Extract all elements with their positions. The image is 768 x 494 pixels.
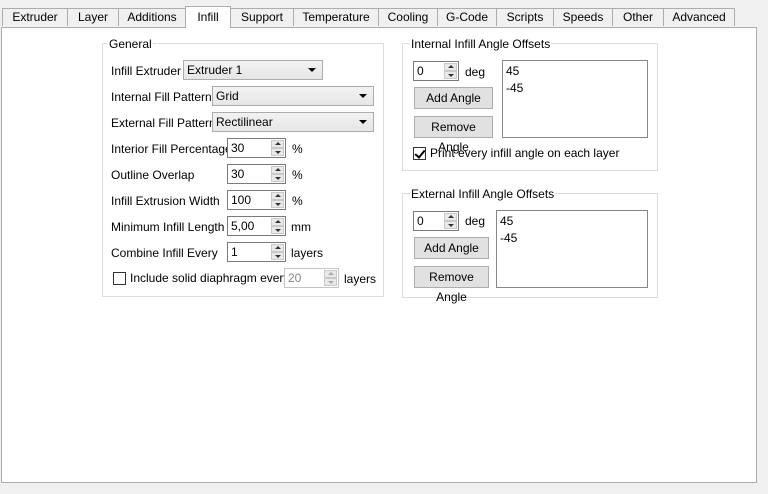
spin-up-icon[interactable] [271,140,284,148]
solid-diaphragm-checkbox[interactable] [113,272,126,285]
internal-fill-pattern-select[interactable]: Grid [212,86,374,106]
infill-extruder-label: Infill Extruder [111,64,182,78]
internal-offsets-title: Internal Infill Angle Offsets [410,37,552,51]
combine-infill-every-spinbox[interactable]: 1 [227,242,286,262]
infill-extruder-select[interactable]: Extruder 1 [183,60,323,80]
tab-advanced[interactable]: Advanced [663,8,735,26]
solid-diaphragm-value: 20 [288,271,302,285]
infill-extrusion-width-value: 100 [231,193,252,207]
interior-fill-percentage-spinbox[interactable]: 30 [227,138,286,158]
infill-extrusion-width-label: Infill Extrusion Width [111,194,220,208]
outline-overlap-label: Outline Overlap [111,168,195,182]
deg-unit: deg [465,214,486,228]
minimum-infill-length-label: Minimum Infill Length [111,220,225,234]
infill-extrusion-width-spinbox[interactable]: 100 [227,190,286,210]
solid-diaphragm-label: Include solid diaphragm every [130,271,290,285]
chevron-down-icon [308,68,316,72]
tab-scripts[interactable]: Scripts [496,8,554,26]
list-item[interactable]: 45 [500,213,644,230]
spin-down-icon[interactable] [271,148,284,156]
internal-angle-value: 0 [417,64,424,78]
mm-unit: mm [291,220,311,234]
tab-temperature[interactable]: Temperature [293,8,379,26]
spin-down-icon[interactable] [324,278,337,286]
infill-extruder-value: Extruder 1 [187,63,243,77]
spin-up-icon[interactable] [444,213,457,221]
chevron-down-icon [359,120,367,124]
external-remove-angle-button[interactable]: Remove Angle [414,266,489,304]
tab-speeds[interactable]: Speeds [553,8,613,26]
percent-unit: % [292,168,303,182]
spin-up-icon[interactable] [444,63,457,71]
chevron-down-icon [359,94,367,98]
percent-unit: % [292,142,303,156]
print-every-angle-label: Print every infill angle on each layer [430,146,620,160]
tab-support[interactable]: Support [230,8,294,26]
spin-up-icon[interactable] [271,192,284,200]
spin-up-icon[interactable] [324,270,337,278]
internal-angle-spinbox[interactable]: 0 [413,61,459,81]
spin-down-icon[interactable] [271,226,284,234]
outline-overlap-value: 30 [231,167,245,181]
print-every-angle-checkbox[interactable] [413,147,426,160]
spin-up-icon[interactable] [271,244,284,252]
spin-down-icon[interactable] [271,200,284,208]
spin-down-icon[interactable] [444,71,457,79]
solid-diaphragm-spinbox[interactable]: 20 [284,268,339,288]
internal-fill-pattern-value: Grid [216,89,239,103]
layers-unit: layers [291,246,324,260]
minimum-infill-length-spinbox[interactable]: 5,00 [227,216,286,236]
general-group-title: General [108,37,153,51]
external-angle-value: 0 [417,214,424,228]
external-fill-pattern-label: External Fill Pattern [111,116,216,130]
list-item[interactable]: -45 [506,80,644,97]
external-fill-pattern-value: Rectilinear [216,115,273,129]
external-angle-spinbox[interactable]: 0 [413,211,459,231]
list-item[interactable]: -45 [500,230,644,247]
interior-fill-percentage-label: Interior Fill Percentage [111,142,232,156]
tab-cooling[interactable]: Cooling [378,8,438,26]
tab-layer[interactable]: Layer [67,8,119,26]
tab-infill[interactable]: Infill [185,6,231,28]
percent-unit: % [292,194,303,208]
spin-down-icon[interactable] [444,221,457,229]
external-offsets-title: External Infill Angle Offsets [410,187,556,201]
tab-g-code[interactable]: G-Code [437,8,497,26]
internal-remove-angle-button[interactable]: Remove Angle [414,116,493,154]
spin-up-icon[interactable] [271,166,284,174]
tab-additions[interactable]: Additions [118,8,186,26]
minimum-infill-length-value: 5,00 [231,219,255,233]
tab-other[interactable]: Other [612,8,664,26]
tab-bar: Extruder Layer Additions Support Tempera… [0,0,768,28]
layers-unit: layers [344,272,377,286]
spin-down-icon[interactable] [271,252,284,260]
interior-fill-percentage-value: 30 [231,141,245,155]
external-add-angle-button[interactable]: Add Angle [414,237,489,259]
external-fill-pattern-select[interactable]: Rectilinear [212,112,374,132]
internal-angle-list[interactable]: 45 -45 [502,60,648,138]
internal-add-angle-button[interactable]: Add Angle [414,87,493,109]
deg-unit: deg [465,65,486,79]
spin-down-icon[interactable] [271,174,284,182]
tab-extruder[interactable]: Extruder [2,8,68,26]
internal-fill-pattern-label: Internal Fill Pattern [111,90,212,104]
outline-overlap-spinbox[interactable]: 30 [227,164,286,184]
combine-infill-every-value: 1 [231,245,238,259]
spin-up-icon[interactable] [271,218,284,226]
list-item[interactable]: 45 [506,63,644,80]
external-angle-list[interactable]: 45 -45 [496,210,648,288]
combine-infill-every-label: Combine Infill Every [111,246,218,260]
